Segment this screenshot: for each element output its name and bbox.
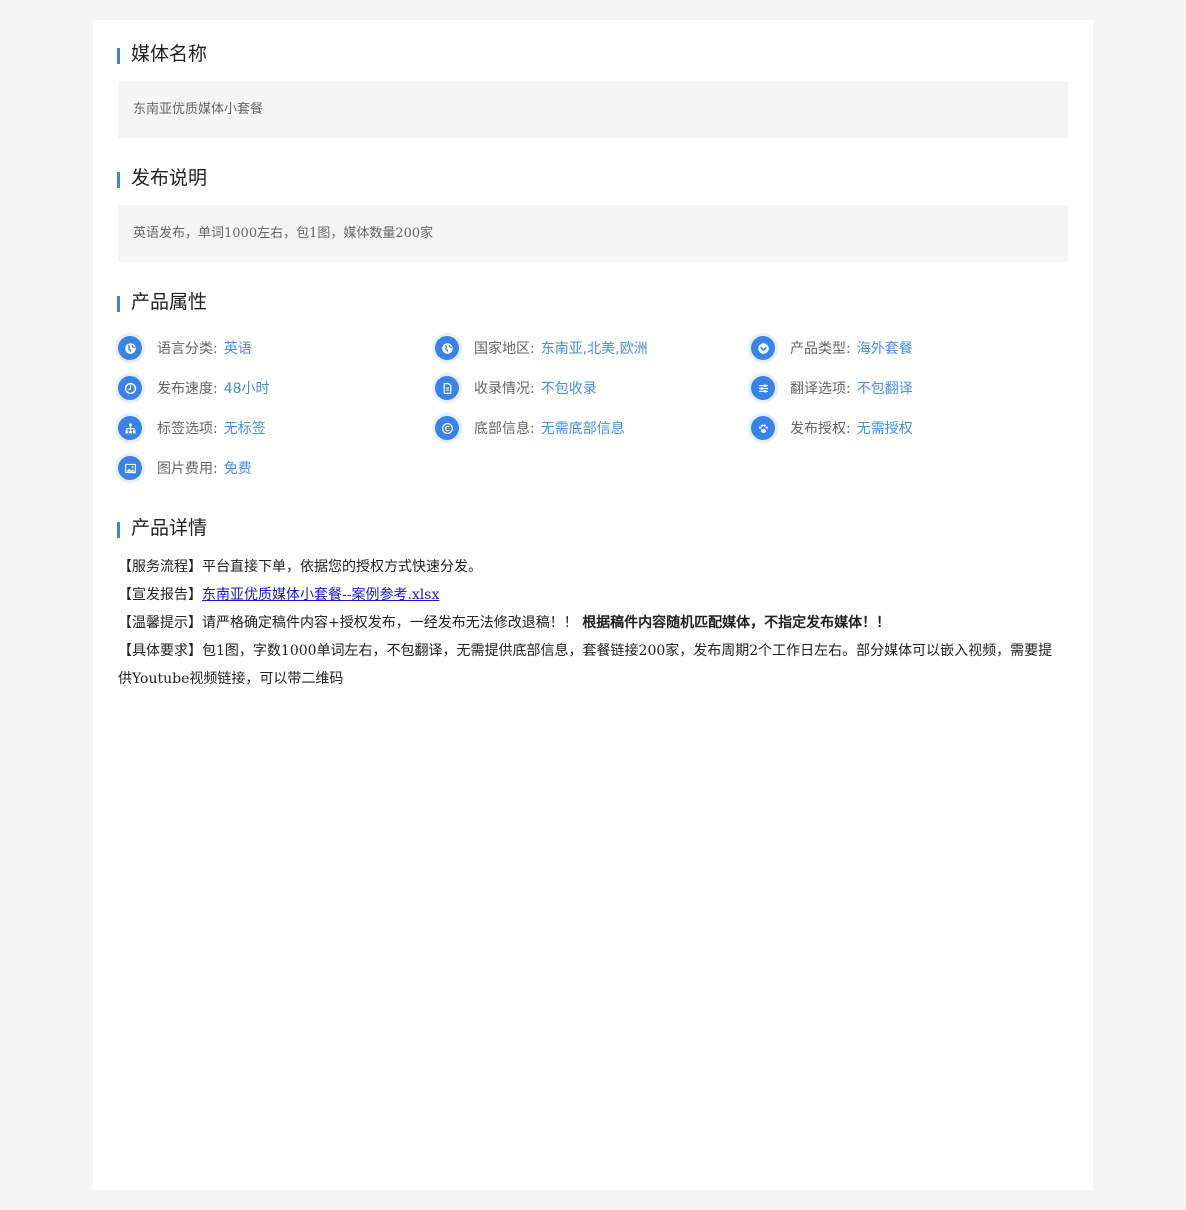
attr-authorization: 发布授权: 无需授权 <box>751 416 913 440</box>
sliders-icon <box>751 376 775 400</box>
attr-label: 标签选项: <box>157 421 218 437</box>
attr-label: 产品类型: <box>790 341 851 357</box>
globe-icon <box>118 336 142 360</box>
attr-language: 语言分类: 英语 <box>118 336 252 360</box>
product-details: 【服务流程】平台直接下单，依据您的授权方式快速分发。 【宣发报告】东南亚优质媒体… <box>118 553 1063 693</box>
clock-icon <box>118 376 142 400</box>
section-title-media-name: 媒体名称 <box>117 43 207 65</box>
attr-indexing: 收录情况: 不包收录 <box>435 376 597 400</box>
media-name-field: 东南亚优质媒体小套餐 <box>118 81 1068 138</box>
attr-label: 图片费用: <box>157 461 218 477</box>
attr-value: 东南亚,北美,欧洲 <box>540 341 648 357</box>
attr-value: 无标签 <box>223 421 266 437</box>
attr-label: 发布授权: <box>790 421 851 437</box>
attr-translation: 翻译选项: 不包翻译 <box>751 376 913 400</box>
detail-tag: 【温馨提示】 <box>118 615 202 631</box>
attr-value: 不包翻译 <box>856 381 913 397</box>
product-detail-card: 媒体名称 东南亚优质媒体小套餐 发布说明 英语发布，单词1000左右，包1图，媒… <box>93 20 1093 1190</box>
report-file-link[interactable]: 东南亚优质媒体小套餐--案例参考.xlsx <box>202 587 439 603</box>
copyright-icon <box>435 416 459 440</box>
detail-tag: 【具体要求】 <box>118 643 202 659</box>
detail-bold-warning: 根据稿件内容随机匹配媒体，不指定发布媒体！！ <box>582 615 891 631</box>
globe-icon <box>435 336 459 360</box>
detail-tag: 【服务流程】 <box>118 559 202 575</box>
detail-tips: 【温馨提示】请严格确定稿件内容+授权发布，一经发布无法修改退稿！！ 根据稿件内容… <box>118 609 1063 637</box>
sitemap-icon <box>118 416 142 440</box>
paw-icon <box>751 416 775 440</box>
detail-tag: 【宣发报告】 <box>118 587 202 603</box>
detail-text: 平台直接下单，依据您的授权方式快速分发。 <box>202 559 482 575</box>
attr-region: 国家地区: 东南亚,北美,欧洲 <box>435 336 648 360</box>
attr-tags: 标签选项: 无标签 <box>118 416 266 440</box>
attr-speed: 发布速度: 48小时 <box>118 376 270 400</box>
attr-label: 国家地区: <box>474 341 535 357</box>
publish-note-field: 英语发布，单词1000左右，包1图，媒体数量200家 <box>118 205 1068 262</box>
detail-text: 包1图，字数1000单词左右，不包翻译，无需提供底部信息，套餐链接200家，发布… <box>118 643 1053 687</box>
attr-label: 收录情况: <box>474 381 535 397</box>
attr-value: 48小时 <box>223 381 270 397</box>
attr-image-fee: 图片费用: 免费 <box>118 456 252 480</box>
attr-product-type: 产品类型: 海外套餐 <box>751 336 913 360</box>
attr-label: 语言分类: <box>157 341 218 357</box>
detail-report: 【宣发报告】东南亚优质媒体小套餐--案例参考.xlsx <box>118 581 1063 609</box>
attr-value: 无需底部信息 <box>540 421 625 437</box>
image-icon <box>118 456 142 480</box>
chevron-down-icon <box>751 336 775 360</box>
attr-footer-info: 底部信息: 无需底部信息 <box>435 416 625 440</box>
attr-label: 翻译选项: <box>790 381 851 397</box>
attr-value: 无需授权 <box>856 421 913 437</box>
detail-requirements: 【具体要求】包1图，字数1000单词左右，不包翻译，无需提供底部信息，套餐链接2… <box>118 637 1063 693</box>
section-title-details: 产品详情 <box>117 517 207 539</box>
section-title-attributes: 产品属性 <box>117 291 207 313</box>
attr-value: 海外套餐 <box>856 341 913 357</box>
section-title-publish-note: 发布说明 <box>117 167 207 189</box>
attr-value: 英语 <box>223 341 252 357</box>
attr-value: 免费 <box>223 461 252 477</box>
attr-label: 发布速度: <box>157 381 218 397</box>
attr-value: 不包收录 <box>540 381 597 397</box>
detail-service-flow: 【服务流程】平台直接下单，依据您的授权方式快速分发。 <box>118 553 1063 581</box>
attr-label: 底部信息: <box>474 421 535 437</box>
document-icon <box>435 376 459 400</box>
detail-text: 请严格确定稿件内容+授权发布，一经发布无法修改退稿！！ <box>202 615 578 631</box>
